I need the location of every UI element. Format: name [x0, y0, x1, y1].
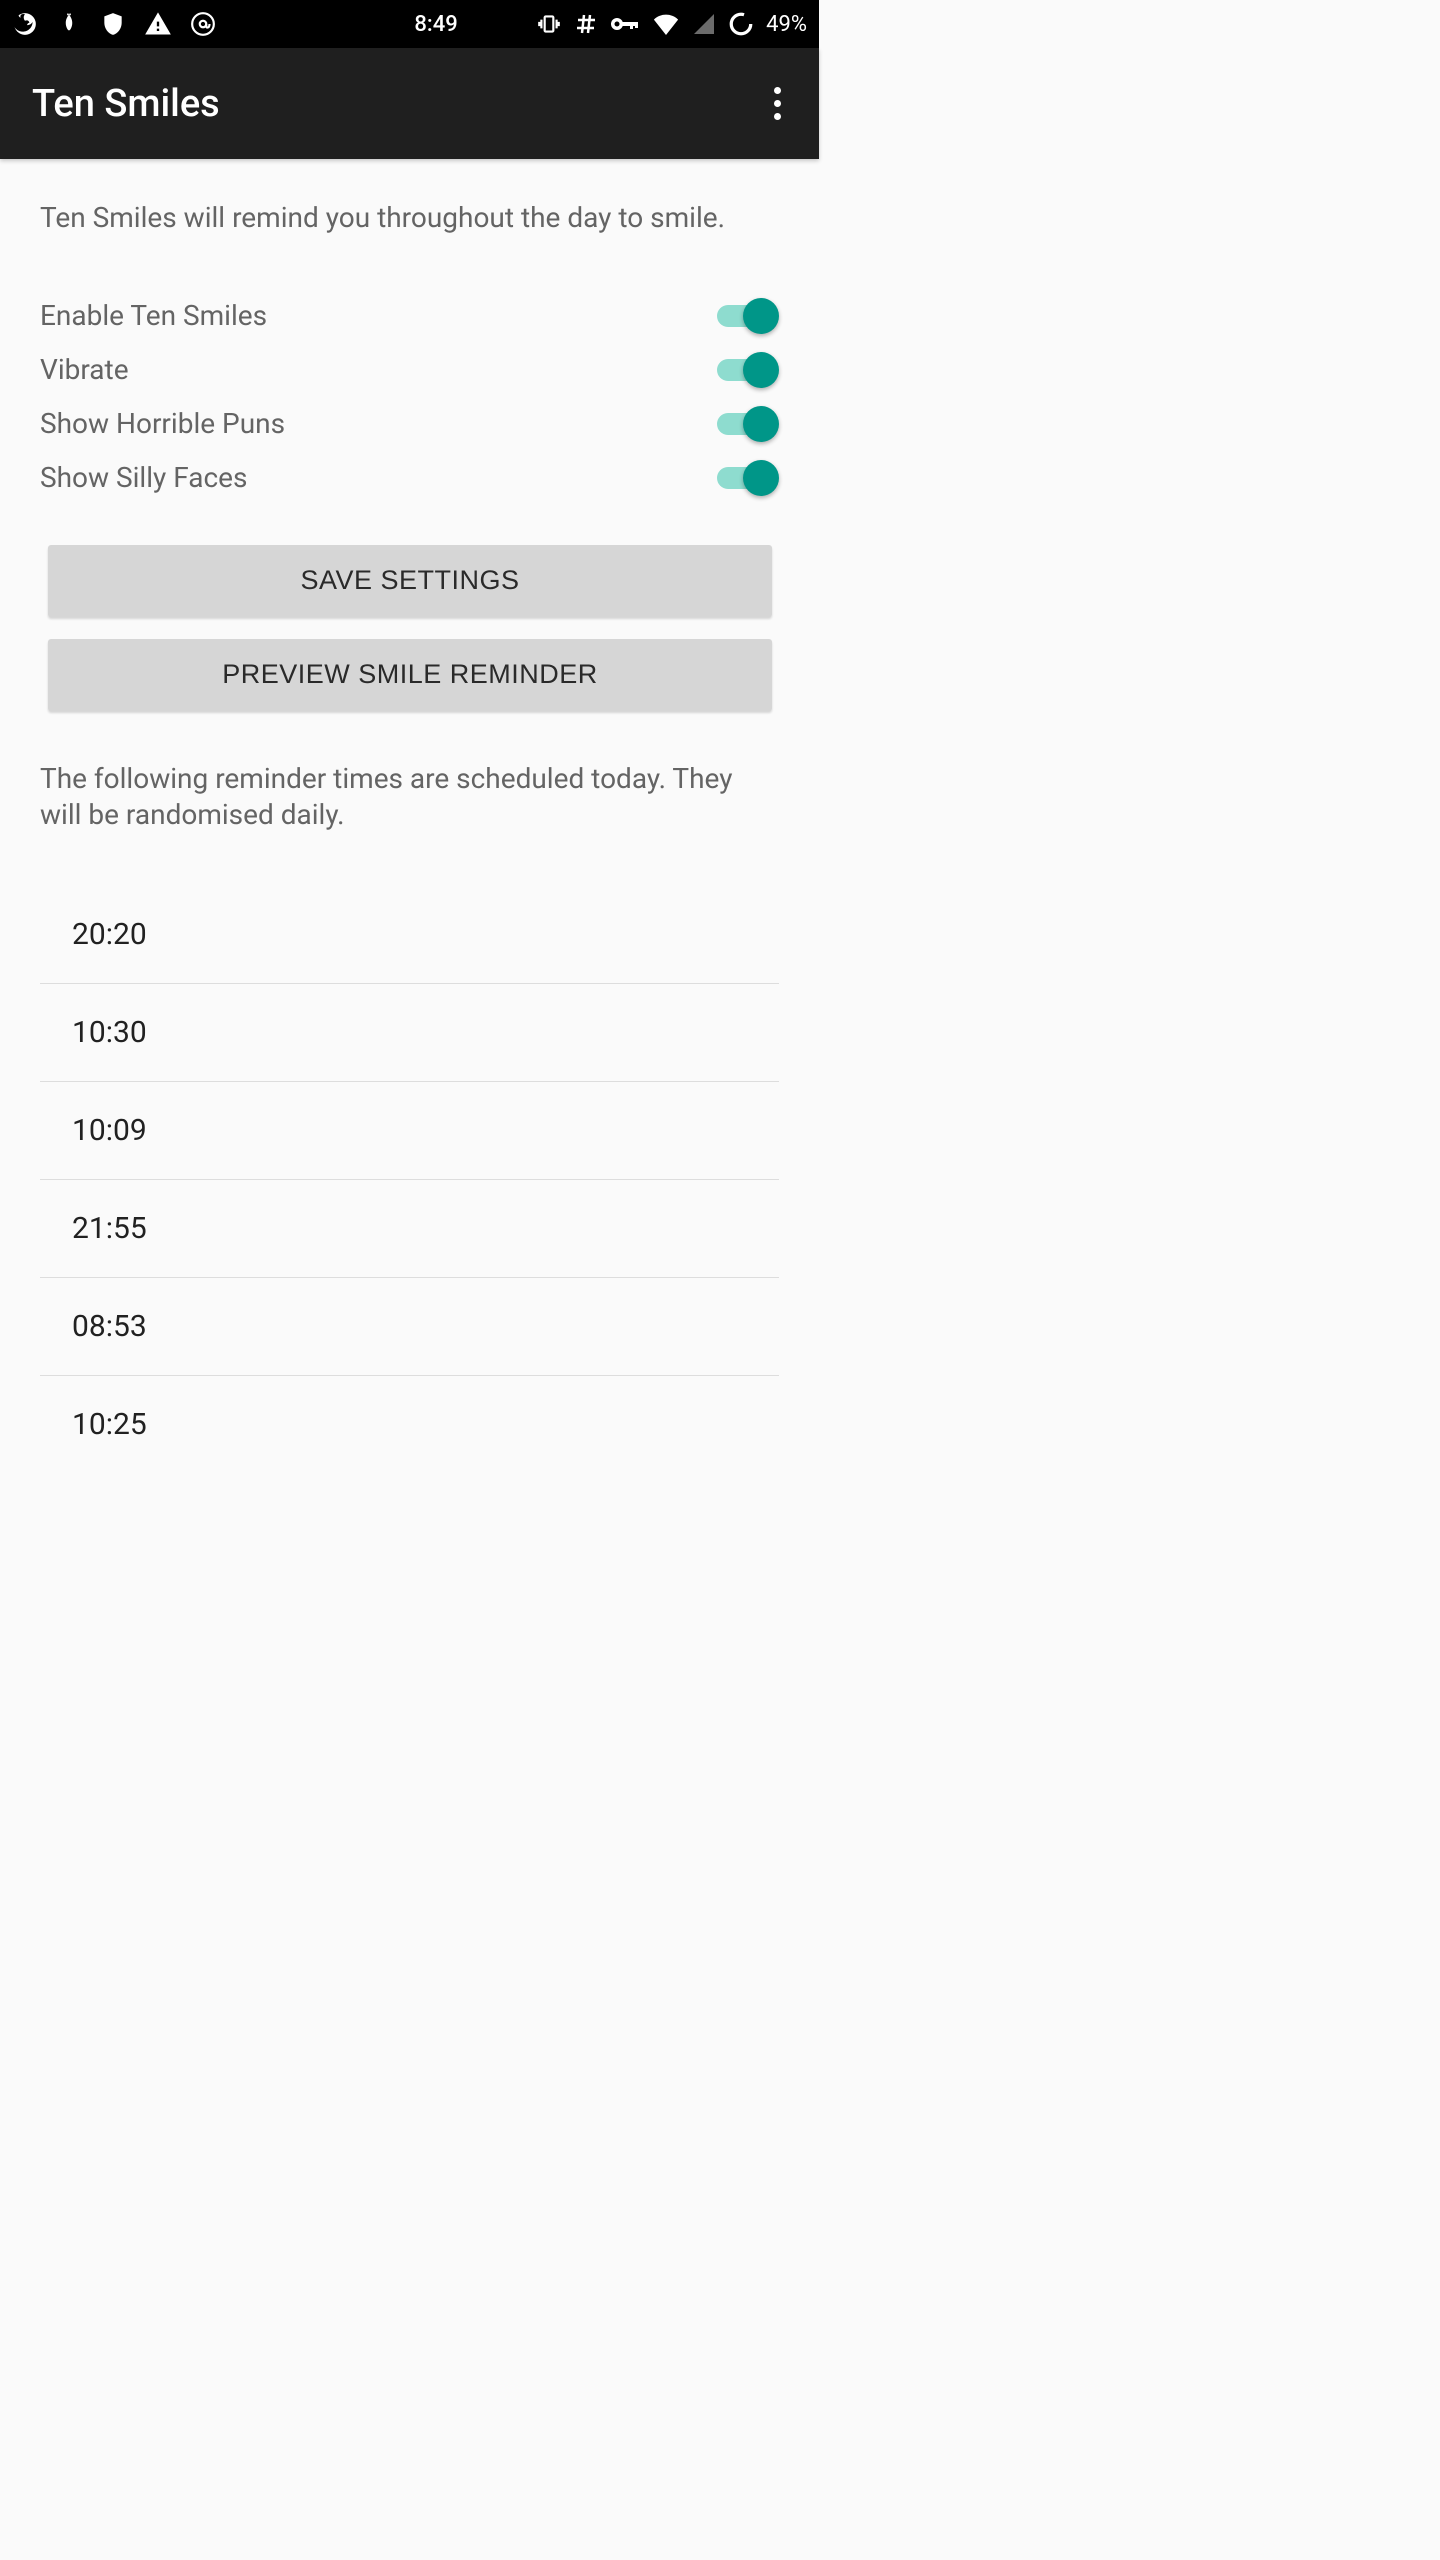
toggle-show-horrible-puns[interactable] [717, 405, 779, 443]
intro-text: Ten Smiles will remind you throughout th… [40, 199, 779, 237]
app-bar: Ten Smiles [0, 48, 819, 159]
onion-icon [56, 11, 82, 37]
preview-reminder-button[interactable]: PREVIEW SMILE REMINDER [48, 639, 772, 711]
list-item[interactable]: 21:55 [40, 1180, 779, 1278]
list-item[interactable]: 20:20 [40, 886, 779, 984]
reminder-times-list: 20:20 10:30 10:09 21:55 08:53 10:25 [40, 886, 779, 1474]
status-time: 8:49 [216, 12, 536, 37]
cell-icon [692, 12, 716, 36]
save-settings-button[interactable]: SAVE SETTINGS [48, 545, 772, 617]
toggle-vibrate[interactable] [717, 351, 779, 389]
battery-percent: 49% [766, 12, 807, 37]
app-title: Ten Smiles [32, 82, 220, 126]
warning-icon [144, 10, 172, 38]
overflow-menu-icon[interactable] [764, 77, 791, 130]
toggle-enable-ten-smiles[interactable] [717, 297, 779, 335]
status-right-icons: 49% [536, 11, 807, 37]
shield-icon [100, 11, 126, 37]
setting-label: Show Silly Faces [40, 461, 247, 494]
key-icon [610, 14, 640, 34]
schedule-note: The following reminder times are schedul… [40, 761, 779, 834]
setting-enable-ten-smiles: Enable Ten Smiles [40, 289, 779, 343]
firefox-icon [12, 11, 38, 37]
list-item[interactable]: 10:25 [40, 1376, 779, 1474]
button-group: SAVE SETTINGS PREVIEW SMILE REMINDER [40, 545, 779, 711]
vibrate-icon [536, 11, 562, 37]
setting-label: Show Horrible Puns [40, 407, 285, 440]
status-bar: 8:49 49% [0, 0, 819, 48]
hash-icon [574, 12, 598, 36]
setting-show-silly-faces: Show Silly Faces [40, 451, 779, 505]
status-left-icons [12, 10, 216, 38]
toggle-show-silly-faces[interactable] [717, 459, 779, 497]
wifi-icon [652, 13, 680, 35]
setting-show-horrible-puns: Show Horrible Puns [40, 397, 779, 451]
list-item[interactable]: 10:30 [40, 984, 779, 1082]
setting-label: Enable Ten Smiles [40, 299, 267, 332]
at-icon [190, 11, 216, 37]
content-area: Ten Smiles will remind you throughout th… [0, 159, 819, 1474]
setting-label: Vibrate [40, 353, 129, 386]
circle-icon [728, 11, 754, 37]
setting-vibrate: Vibrate [40, 343, 779, 397]
list-item[interactable]: 10:09 [40, 1082, 779, 1180]
list-item[interactable]: 08:53 [40, 1278, 779, 1376]
